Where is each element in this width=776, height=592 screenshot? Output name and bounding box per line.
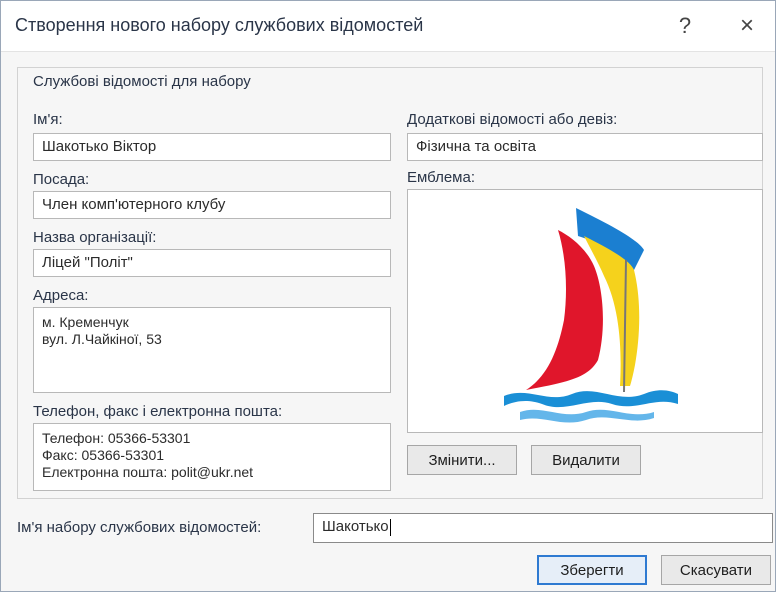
address-field[interactable]: м. Кременчук вул. Л.Чайкіної, 53: [33, 307, 391, 393]
name-label: Ім'я:: [33, 111, 63, 128]
emblem-preview: [407, 189, 763, 433]
contacts-line-2: Факс: 05366-53301: [42, 447, 165, 463]
position-label: Посада:: [33, 171, 90, 188]
set-name-input[interactable]: Шакотько: [313, 513, 773, 543]
contacts-line-1: Телефон: 05366-53301: [42, 430, 191, 446]
name-field[interactable]: Шакотько Віктор: [33, 133, 391, 161]
position-field[interactable]: Член комп'ютерного клубу: [33, 191, 391, 219]
set-name-value: Шакотько: [322, 518, 389, 535]
title-bar: Створення нового набору службових відомо…: [1, 1, 775, 52]
sailboat-emblem-image: [504, 208, 678, 423]
cancel-button[interactable]: Скасувати: [661, 555, 771, 585]
contacts-field[interactable]: Телефон: 05366-53301 Факс: 05366-53301 Е…: [33, 423, 391, 491]
organization-label: Назва організації:: [33, 229, 157, 246]
help-button[interactable]: ?: [665, 9, 705, 43]
address-line-1: м. Кременчук: [42, 314, 129, 330]
organization-field[interactable]: Ліцей "Політ": [33, 249, 391, 277]
set-name-label: Ім'я набору службових відомостей:: [17, 519, 262, 536]
save-button[interactable]: Зберегти: [537, 555, 647, 585]
contacts-line-3: Електронна пошта: polit@ukr.net: [42, 464, 254, 480]
extra-info-field[interactable]: Фізична та освіта: [407, 133, 763, 161]
delete-emblem-button[interactable]: Видалити: [531, 445, 641, 475]
dialog-window: Створення нового набору службових відомо…: [0, 0, 776, 592]
emblem-label: Емблема:: [407, 169, 475, 186]
close-button[interactable]: ×: [727, 9, 767, 43]
dialog-title: Створення нового набору службових відомо…: [15, 15, 424, 35]
address-label: Адреса:: [33, 287, 89, 304]
contacts-label: Телефон, факс і електронна пошта:: [33, 403, 283, 420]
change-emblem-button[interactable]: Змінити...: [407, 445, 517, 475]
extra-info-label: Додаткові відомості або девіз:: [407, 111, 618, 128]
group-legend: Службові відомості для набору: [27, 73, 257, 90]
text-caret: [389, 518, 391, 536]
address-line-2: вул. Л.Чайкіної, 53: [42, 331, 162, 347]
